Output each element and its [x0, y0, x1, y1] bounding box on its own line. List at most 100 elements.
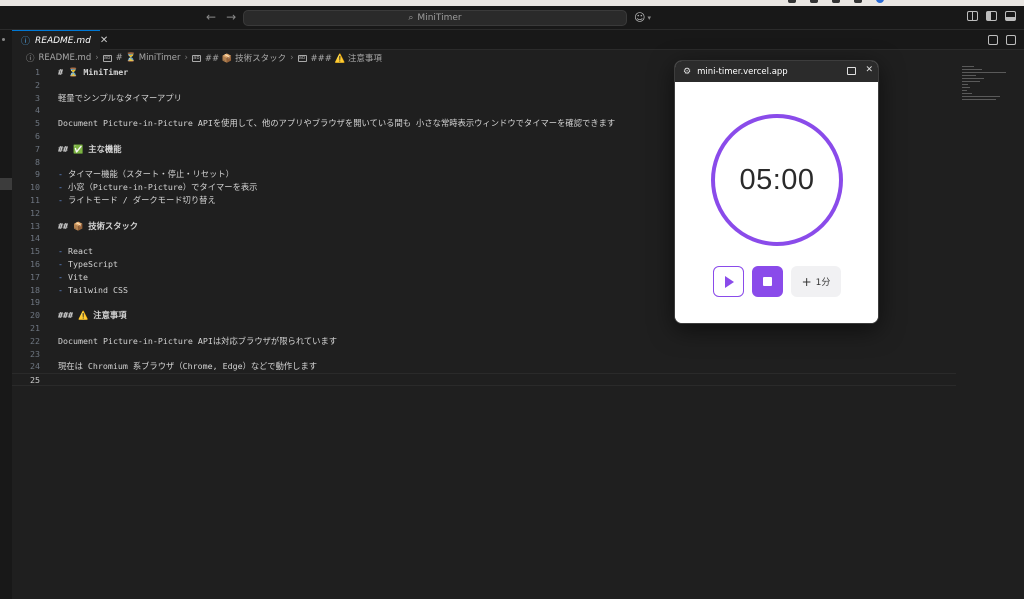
- editor-tab-bar: ⓘ README.md ✕: [12, 30, 1024, 50]
- customize-layout-icon[interactable]: [967, 11, 978, 21]
- line-number: 24: [30, 361, 40, 372]
- add-minute-button[interactable]: + 1分: [791, 266, 841, 297]
- pip-title-bar: ⚙ mini-timer.vercel.app ✕: [675, 61, 878, 82]
- status-icon: [876, 0, 884, 3]
- stop-button[interactable]: [752, 266, 783, 297]
- line-number: 5: [35, 118, 40, 129]
- line-number: 4: [35, 105, 40, 116]
- play-icon: [725, 275, 734, 288]
- menubar-status-icons: [788, 0, 884, 3]
- activity-dot: [2, 38, 5, 41]
- close-icon[interactable]: ✕: [865, 65, 873, 75]
- symbol-icon: ab: [191, 54, 201, 62]
- line-number: 21: [30, 323, 40, 333]
- history-nav: ← →: [206, 10, 236, 24]
- open-preview-icon[interactable]: [988, 35, 998, 45]
- stop-icon: [763, 277, 772, 286]
- activity-bar-item[interactable]: [0, 178, 12, 190]
- line-number: 8: [35, 156, 40, 167]
- breadcrumb-item[interactable]: ## 📦 技術スタック: [205, 52, 286, 64]
- command-center-label: MiniTimer: [417, 13, 462, 23]
- back-arrow-icon[interactable]: ←: [206, 10, 216, 24]
- site-settings-icon[interactable]: ⚙: [683, 67, 691, 77]
- activity-bar: [0, 30, 12, 599]
- timer-controls: + 1分: [713, 266, 841, 297]
- status-icon: [810, 0, 818, 3]
- line-number: 14: [30, 233, 40, 244]
- close-icon[interactable]: ✕: [100, 35, 108, 46]
- line-text: ## 📦 技術スタック: [58, 220, 139, 231]
- line-number: 15: [30, 246, 40, 257]
- line-number: 16: [30, 259, 40, 269]
- minimap[interactable]: [962, 66, 1012, 106]
- line-number: 13: [30, 220, 40, 231]
- tab-readme[interactable]: ⓘ README.md ✕: [12, 30, 108, 50]
- timer-ring: 05:00: [711, 114, 843, 246]
- line-text: # ⏳ MiniTimer: [58, 67, 129, 77]
- status-icon: [854, 0, 862, 3]
- symbol-icon: ab: [297, 54, 307, 62]
- line-text: ### ⚠️ 注意事項: [58, 310, 127, 321]
- line-text: ## ✅ 主な機能: [58, 143, 122, 154]
- layout-controls: [967, 11, 1016, 21]
- editor-line[interactable]: 22 Document Picture-in-Picture APIは対応ブラウザ…: [12, 335, 956, 348]
- editor-line[interactable]: 23: [12, 348, 956, 361]
- breadcrumb-file[interactable]: README.md: [39, 53, 92, 63]
- editor-line[interactable]: 25: [12, 373, 956, 386]
- line-text: - 小窓（Picture-in-Picture）でタイマーを表示: [58, 182, 258, 193]
- timer-display: 05:00: [739, 163, 815, 196]
- forward-arrow-icon[interactable]: →: [226, 10, 236, 24]
- line-number: 18: [30, 284, 40, 295]
- line-number: 22: [30, 335, 40, 346]
- toggle-sidebar-icon[interactable]: [986, 11, 997, 21]
- line-number: 25: [30, 375, 40, 386]
- info-icon: ⓘ: [26, 54, 35, 64]
- line-number: 17: [30, 271, 40, 282]
- start-button[interactable]: [713, 266, 744, 297]
- breadcrumb-item[interactable]: # ⏳ MiniTimer: [116, 53, 181, 63]
- editor-actions: [988, 35, 1016, 45]
- line-number: 6: [35, 131, 40, 141]
- line-text: - ライトモード / ダークモード切り替え: [58, 195, 216, 205]
- line-number: 19: [30, 297, 40, 308]
- copilot-menu-button[interactable]: ☺ ▾: [634, 11, 651, 24]
- timer-panel: 05:00 + 1分: [675, 82, 878, 323]
- plus-icon: +: [801, 274, 812, 289]
- breadcrumb-separator: ›: [290, 53, 294, 63]
- line-number: 11: [30, 195, 40, 205]
- status-icon: [788, 0, 796, 3]
- breadcrumb-item[interactable]: ### ⚠️ 注意事項: [311, 52, 382, 64]
- back-to-tab-icon[interactable]: [847, 67, 857, 75]
- split-editor-icon[interactable]: [1006, 35, 1016, 45]
- search-icon: ⌕: [408, 13, 414, 23]
- breadcrumb-separator: ›: [95, 53, 99, 63]
- chevron-down-icon: ▾: [647, 13, 651, 22]
- line-text: 軽量でシンプルなタイマーアプリ: [58, 92, 182, 103]
- line-text: Document Picture-in-Picture APIを使用して、他のア…: [58, 118, 616, 129]
- line-number: 1: [35, 67, 40, 77]
- line-number: 3: [35, 92, 40, 103]
- line-number: 7: [35, 143, 40, 154]
- command-center-search[interactable]: ⌕ MiniTimer: [243, 10, 627, 26]
- line-text: - React: [58, 246, 93, 257]
- line-number: 2: [35, 79, 40, 90]
- toggle-panel-icon[interactable]: [1005, 11, 1016, 21]
- add-minute-label: 1分: [815, 278, 831, 288]
- line-text: - タイマー機能（スタート・停止・リセット）: [58, 169, 234, 180]
- line-number: 23: [30, 348, 40, 359]
- line-number: 9: [35, 169, 40, 180]
- tab-label: README.md: [35, 35, 91, 46]
- line-number: 20: [30, 310, 40, 321]
- pip-window-controls: ✕: [847, 65, 873, 75]
- status-icon: [832, 0, 840, 3]
- line-text: Document Picture-in-Picture APIは対応ブラウザが限…: [58, 335, 338, 346]
- title-bar: ← → ⌕ MiniTimer ☺ ▾: [0, 6, 1024, 30]
- pip-window: ⚙ mini-timer.vercel.app ✕ 05:00 + 1分: [674, 60, 879, 324]
- symbol-icon: ab: [102, 54, 112, 62]
- line-text: 現在は Chromium 系ブラウザ（Chrome, Edge）などで動作します: [58, 361, 318, 372]
- pip-url: mini-timer.vercel.app: [697, 66, 788, 77]
- breadcrumb-separator: ›: [184, 53, 188, 63]
- line-text: - TypeScript: [58, 259, 118, 269]
- copilot-icon: ☺: [634, 11, 646, 24]
- editor-line[interactable]: 24 現在は Chromium 系ブラウザ（Chrome, Edge）などで動作し…: [12, 360, 956, 373]
